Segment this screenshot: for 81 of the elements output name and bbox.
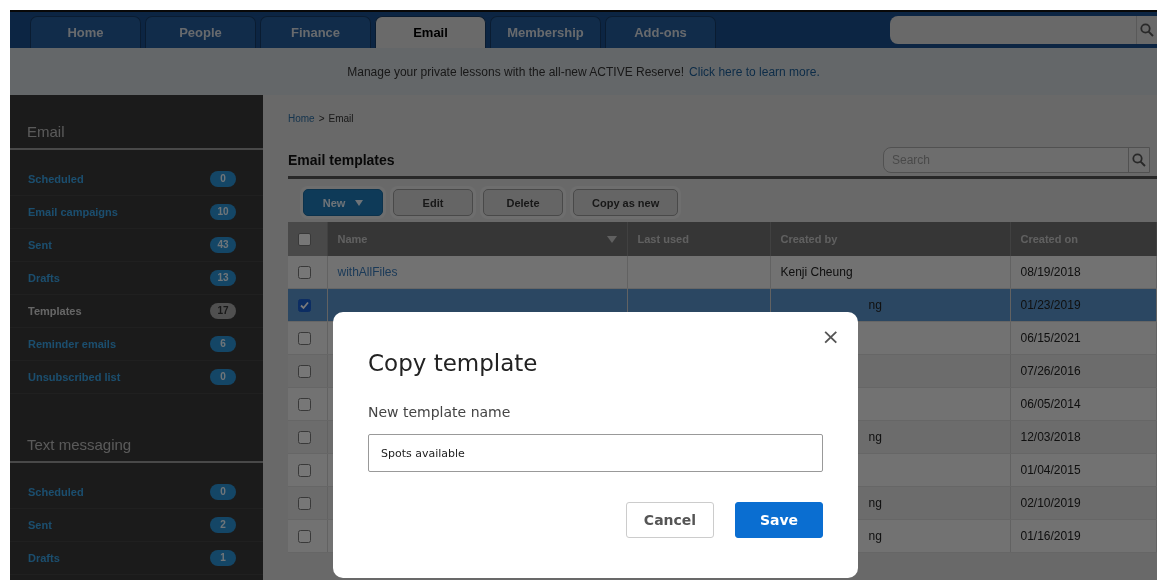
- nav-tab[interactable]: Finance: [260, 16, 371, 48]
- sidebar-item[interactable]: Drafts 13: [10, 262, 263, 295]
- row-checkbox[interactable]: [298, 430, 311, 444]
- count-badge: 43: [210, 237, 236, 253]
- table-cell: 06/05/2014: [1020, 397, 1081, 411]
- template-name-link[interactable]: withAllFiles: [337, 265, 398, 279]
- field-label: New template name: [368, 404, 512, 420]
- caret-icon: [355, 199, 364, 206]
- table-cell: 07/26/2016: [1020, 364, 1081, 378]
- sidebar-item-label: Scheduled: [28, 173, 85, 185]
- sidebar-item-label: Drafts: [28, 552, 61, 564]
- row-checkbox[interactable]: [298, 331, 311, 345]
- sidebar-item[interactable]: Reminder emails 6: [10, 328, 263, 361]
- nav-tab[interactable]: People: [145, 16, 256, 48]
- table-cell-text: ng: [867, 529, 882, 543]
- section-title: Email templates: [288, 152, 396, 168]
- table-cell: 06/15/2021: [1020, 331, 1081, 345]
- table-cell: 08/19/2018: [1020, 265, 1081, 279]
- sidebar-item[interactable]: Unsubscribed list 0: [10, 361, 263, 394]
- sidebar-item-label: Unsubscribed list: [28, 371, 122, 383]
- template-name-field[interactable]: Spots available: [368, 434, 823, 472]
- table-cell: 12/03/2018: [1020, 430, 1081, 444]
- toolbar-button[interactable]: Delete: [483, 189, 563, 216]
- nav-tab[interactable]: Add-ons: [605, 16, 716, 48]
- breadcrumb-link[interactable]: Home: [288, 113, 315, 124]
- sidebar-item-label: Sent: [28, 519, 53, 531]
- breadcrumb-current: Email: [328, 113, 354, 124]
- sidebar-item-label: Templates: [28, 305, 83, 317]
- new-button[interactable]: New: [303, 189, 383, 216]
- count-badge: 17: [210, 303, 236, 319]
- sidebar-item[interactable]: Sent 43: [10, 229, 263, 262]
- sidebar-item-label: Email campaigns: [28, 206, 119, 218]
- sidebar-item-label: Drafts: [28, 272, 61, 284]
- sidebar-item-label: Reminder emails: [28, 338, 118, 350]
- sort-arrow-icon: [606, 235, 617, 243]
- nav-tab[interactable]: Home: [30, 16, 141, 48]
- row-checkbox[interactable]: [298, 496, 311, 510]
- table-cell-text: ng: [867, 298, 882, 312]
- dialog-title: Copy template: [368, 350, 539, 376]
- learn-more-link[interactable]: Click here to learn more.: [689, 64, 820, 79]
- sidebar-item[interactable]: Templates 17: [10, 295, 263, 328]
- nav-tab[interactable]: Membership: [490, 16, 601, 48]
- count-badge: 0: [210, 369, 236, 385]
- close-button[interactable]: ×: [817, 324, 844, 350]
- sidebar-item[interactable]: Scheduled 0: [10, 163, 263, 196]
- table-cell: 01/04/2015: [1020, 463, 1081, 477]
- table-cell: Kenji Cheung: [780, 265, 853, 279]
- save-button[interactable]: Save: [735, 502, 823, 538]
- row-checkbox[interactable]: [298, 298, 311, 312]
- count-badge: 0: [210, 484, 236, 500]
- table-cell-text: ng: [867, 496, 882, 510]
- toolbar-button[interactable]: Copy as new: [573, 189, 679, 216]
- announcement-text: Manage your private lessons with the all-new ACTIVE Reserve!: [347, 64, 685, 79]
- table-cell: 01/16/2019: [1020, 529, 1081, 543]
- toolbar-button[interactable]: Edit: [393, 189, 473, 216]
- count-badge: 0: [210, 171, 236, 187]
- count-badge: 10: [210, 204, 236, 220]
- count-badge: 13: [210, 270, 236, 286]
- row-checkbox[interactable]: [298, 463, 311, 477]
- row-checkbox[interactable]: [298, 364, 311, 378]
- count-badge: 6: [210, 336, 236, 352]
- sidebar-item[interactable]: Sent 2: [10, 509, 263, 542]
- breadcrumb-separator: >: [318, 113, 325, 124]
- table-cell: 01/23/2019: [1020, 298, 1081, 312]
- count-badge: 1: [210, 550, 236, 566]
- search-icon: [1132, 153, 1146, 167]
- row-checkbox[interactable]: [298, 529, 311, 543]
- sidebar-item[interactable]: Drafts 1: [10, 542, 263, 575]
- sidebar-item[interactable]: Scheduled 0: [10, 476, 263, 509]
- sidebar-item[interactable]: Email campaigns 10: [10, 196, 263, 229]
- search-icon: [1140, 23, 1154, 37]
- count-badge: 2: [210, 517, 236, 533]
- sidebar-item-label: Scheduled: [28, 486, 85, 498]
- row-checkbox[interactable]: [298, 265, 311, 279]
- sidebar-item-label: Sent: [28, 239, 53, 251]
- table-cell: 02/10/2019: [1020, 496, 1081, 510]
- cancel-button[interactable]: Cancel: [626, 502, 714, 538]
- row-checkbox[interactable]: [298, 397, 311, 411]
- select-all-checkbox[interactable]: [298, 232, 311, 246]
- table-cell-text: ng: [867, 430, 882, 444]
- nav-tab[interactable]: Email: [375, 16, 486, 48]
